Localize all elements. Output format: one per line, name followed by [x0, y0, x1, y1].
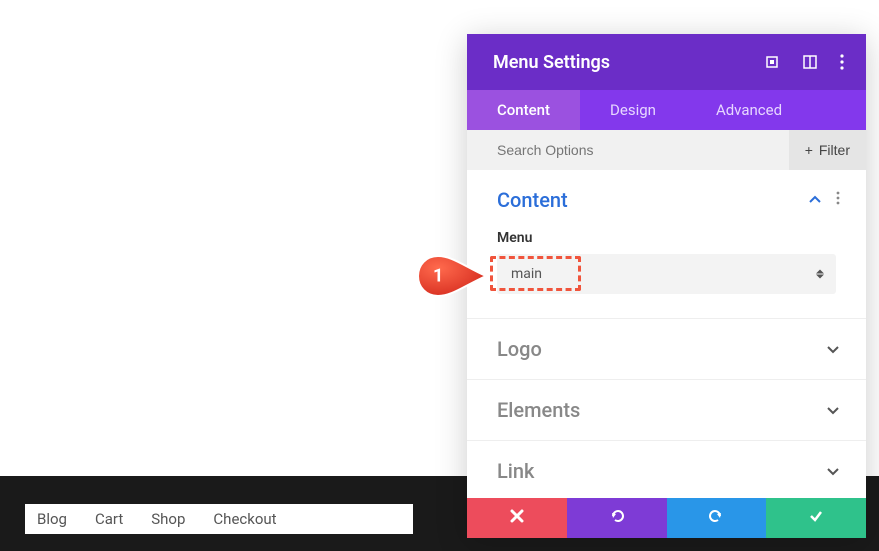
redo-icon: [708, 508, 724, 528]
section-logo: Logo: [467, 319, 866, 380]
nav-checkout[interactable]: Checkout: [199, 510, 290, 528]
section-logo-title: Logo: [497, 337, 542, 361]
section-link-title: Link: [497, 459, 534, 483]
cancel-button[interactable]: [467, 498, 567, 538]
chevron-up-icon: [808, 193, 822, 207]
tab-design[interactable]: Design: [580, 90, 686, 130]
section-content: Content Menu main: [467, 170, 866, 319]
panel-footer: [467, 498, 866, 538]
section-link: Link: [467, 441, 866, 498]
close-icon: [510, 509, 524, 527]
undo-button[interactable]: [567, 498, 667, 538]
section-elements-title: Elements: [497, 398, 580, 422]
search-input[interactable]: [467, 130, 789, 170]
section-content-header[interactable]: Content: [467, 170, 866, 230]
section-elements-header[interactable]: Elements: [467, 380, 866, 440]
section-more-icon[interactable]: [836, 191, 840, 209]
tab-content[interactable]: Content: [467, 90, 580, 130]
settings-panel: Menu Settings Content Design Advanced + …: [467, 34, 866, 538]
section-content-title: Content: [497, 188, 568, 212]
section-content-body: Menu main: [467, 230, 866, 318]
plus-icon: +: [805, 142, 813, 158]
footer-nav: Blog Cart Shop Checkout: [25, 504, 413, 534]
redo-button[interactable]: [667, 498, 767, 538]
select-caret-icon: [816, 270, 824, 279]
callout-number: 1: [433, 266, 443, 287]
undo-icon: [609, 508, 625, 528]
tab-advanced[interactable]: Advanced: [686, 90, 812, 130]
panel-title: Menu Settings: [493, 52, 610, 73]
search-row: + Filter: [467, 130, 866, 170]
confirm-button[interactable]: [766, 498, 866, 538]
sections: Content Menu main: [467, 170, 866, 498]
expand-icon[interactable]: [764, 54, 780, 70]
tabs: Content Design Advanced: [467, 90, 866, 130]
chevron-down-icon: [826, 464, 840, 478]
layout-icon[interactable]: [802, 54, 818, 70]
check-icon: [808, 508, 824, 528]
nav-blog[interactable]: Blog: [25, 510, 81, 528]
menu-select[interactable]: main: [497, 254, 836, 294]
chevron-down-icon: [826, 403, 840, 417]
nav-shop[interactable]: Shop: [137, 510, 199, 528]
more-icon[interactable]: [840, 54, 844, 70]
menu-select-value: main: [511, 266, 542, 282]
section-link-header[interactable]: Link: [467, 441, 866, 498]
nav-cart[interactable]: Cart: [81, 510, 137, 528]
filter-label: Filter: [819, 142, 850, 158]
chevron-down-icon: [826, 342, 840, 356]
menu-field-label: Menu: [497, 230, 836, 246]
section-logo-header[interactable]: Logo: [467, 319, 866, 379]
section-elements: Elements: [467, 380, 866, 441]
filter-button[interactable]: + Filter: [789, 130, 866, 170]
panel-header: Menu Settings: [467, 34, 866, 90]
